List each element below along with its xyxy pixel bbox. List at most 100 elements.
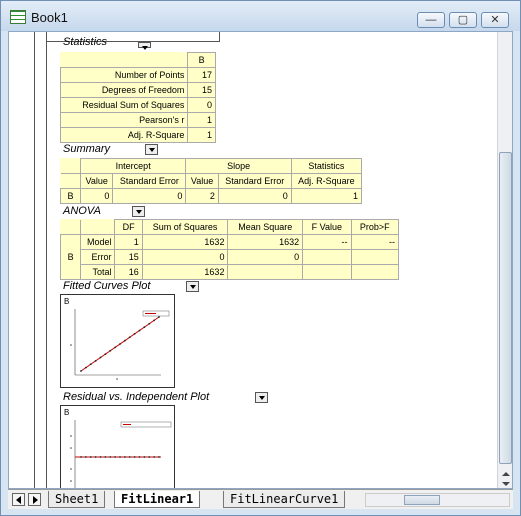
column-header: DF	[114, 219, 143, 235]
tab-prev-icon[interactable]	[12, 493, 25, 506]
data-point	[148, 322, 151, 325]
table-cell: 1	[114, 234, 143, 250]
plot-label: B	[64, 408, 70, 417]
report-sheet: Statistics B Number of Points 17 Degrees …	[8, 31, 513, 489]
minimize-button[interactable]: —	[417, 12, 445, 28]
stat-value: 15	[187, 82, 216, 98]
anova-heading: ANOVA	[63, 205, 101, 217]
table-cell: 2	[185, 188, 219, 204]
tab-fitlinear1[interactable]: FitLinear1	[114, 491, 201, 508]
statistics-table: B Number of Points 17 Degrees of Freedom 1…	[59, 52, 216, 143]
window-title: Book1	[31, 10, 68, 25]
residual-graph	[70, 420, 172, 488]
table-cell: --	[350, 234, 400, 250]
stat-label: Residual Sum of Squares	[59, 97, 189, 113]
summary-table: Intercept Slope Statistics Value Standar…	[60, 158, 363, 204]
row-label: B	[59, 234, 82, 280]
maximize-button[interactable]: ▢	[449, 12, 477, 28]
data-point	[123, 339, 126, 342]
hscroll-thumb[interactable]	[404, 495, 440, 505]
data-point	[133, 456, 136, 458]
stat-value: 1	[187, 112, 216, 128]
residual-heading: Residual vs. Independent Plot	[63, 391, 210, 403]
data-point	[99, 456, 102, 458]
table-cell: 15	[114, 249, 143, 265]
vertical-scrollbar[interactable]	[497, 32, 512, 488]
table-cell	[350, 264, 400, 280]
group-header: Statistics	[290, 158, 363, 174]
fitted-curves-graph	[70, 309, 170, 380]
table-cell	[302, 249, 352, 265]
scroll-down-icon[interactable]	[502, 482, 510, 486]
data-point	[114, 456, 117, 458]
data-point	[109, 456, 112, 458]
data-point	[143, 326, 146, 329]
data-point	[143, 456, 146, 458]
summary-heading: Summary	[63, 143, 111, 155]
table-cell: 16	[114, 264, 143, 280]
sheet-tab-bar: Sheet1 FitLinear1 FitLinearCurve1	[8, 489, 513, 509]
scroll-up-icon[interactable]	[502, 472, 510, 476]
statistics-heading: Statistics	[63, 36, 108, 45]
data-point	[119, 343, 121, 345]
table-cell: 0	[141, 249, 229, 265]
data-point	[94, 359, 97, 362]
tick-mark	[70, 447, 72, 449]
anova-table: DF Sum of Squares Mean Square F Value Pr…	[59, 219, 400, 280]
stat-value: 0	[187, 97, 216, 113]
table-cell	[227, 264, 304, 280]
close-button[interactable]: ✕	[481, 12, 509, 28]
data-point	[138, 329, 141, 332]
data-point	[114, 346, 117, 349]
table-cell: 1	[290, 188, 363, 204]
data-point	[89, 363, 92, 366]
residual-plot[interactable]: B	[60, 405, 175, 488]
statistics-dropdown[interactable]	[138, 42, 151, 50]
tab-next-icon[interactable]	[28, 493, 41, 506]
data-point	[104, 353, 107, 356]
fitted-curves-plot[interactable]: B	[60, 294, 175, 388]
data-point	[158, 316, 160, 318]
anova-row-name: Total	[80, 264, 116, 280]
stat-label: Adj. R-Square	[59, 127, 189, 143]
residual-dropdown[interactable]	[255, 392, 268, 403]
sub-header: Value	[185, 173, 219, 189]
table-cell	[302, 264, 352, 280]
tick-mark	[70, 435, 72, 437]
data-point	[158, 456, 160, 458]
group-header: Slope	[185, 158, 292, 174]
tick-mark	[70, 468, 72, 470]
horizontal-scrollbar[interactable]	[365, 493, 510, 507]
data-point	[99, 356, 102, 359]
sub-header: Standard Error	[112, 173, 187, 189]
tree-line	[34, 32, 35, 488]
table-cell: 0	[227, 249, 304, 265]
anova-row-name: Model	[80, 234, 116, 250]
group-header: Intercept	[79, 158, 187, 174]
stat-label: Number of Points	[59, 67, 189, 83]
summary-dropdown[interactable]	[145, 144, 158, 155]
tab-fitlinearcurve1[interactable]: FitLinearCurve1	[223, 491, 346, 508]
sub-header: Value	[79, 173, 114, 189]
fitted-curves-dropdown[interactable]	[186, 281, 199, 292]
data-point	[123, 456, 126, 458]
plot-label: B	[64, 297, 70, 306]
tree-line	[46, 32, 47, 488]
tab-sheet1[interactable]: Sheet1	[48, 491, 106, 508]
scroll-thumb[interactable]	[499, 152, 512, 464]
row-label: B	[60, 188, 81, 204]
data-point	[84, 456, 87, 458]
table-cell: 1632	[227, 234, 304, 250]
title-bar[interactable]: Book1 — ▢ ✕	[1, 1, 520, 31]
data-point	[80, 456, 82, 458]
column-header: B	[187, 52, 216, 68]
table-cell	[350, 249, 400, 265]
anova-dropdown[interactable]	[132, 206, 145, 217]
data-point	[148, 456, 151, 458]
workbook-window: Book1 — ▢ ✕ Statistics B Number of Point…	[0, 0, 521, 516]
data-point	[128, 456, 131, 458]
stat-value: 1	[187, 127, 216, 143]
sub-header: Adj. R-Square	[290, 173, 363, 189]
column-header: Prob>F	[350, 219, 400, 235]
stat-label: Pearson's r	[59, 112, 189, 128]
